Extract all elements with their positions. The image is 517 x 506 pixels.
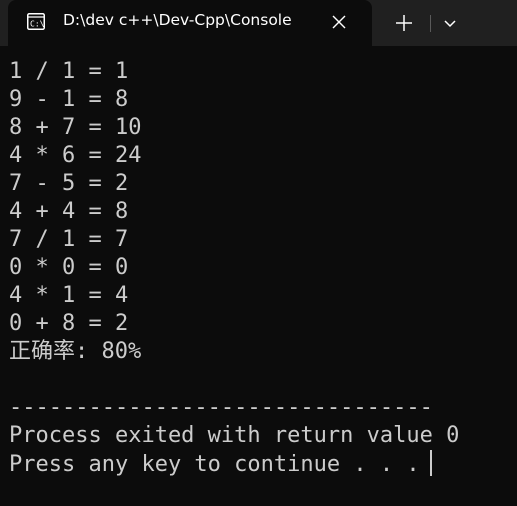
separator-line: -------------------------------- [9,395,433,420]
console-output[interactable]: 1 / 1 = 1 9 - 1 = 8 8 + 7 = 10 4 * 6 = 2… [9,58,509,478]
console-line: 4 * 6 = 24 [9,143,142,168]
continue-prompt-line: Press any key to continue . . . [9,450,509,478]
console-line: 0 + 8 = 2 [9,311,129,336]
console-line: 9 - 1 = 8 [9,87,129,112]
svg-text:C:\: C:\ [30,20,45,29]
console-line: 0 * 0 = 0 [9,255,129,280]
console-line: 7 / 1 = 7 [9,227,129,252]
toolbar-divider [430,15,431,32]
console-line: 4 * 1 = 4 [9,283,129,308]
process-exit-line: Process exited with return value 0 [9,423,460,448]
tab-bar: C:\ D:\dev c++\Dev-Cpp\Console [0,0,517,46]
console-line: 8 + 7 = 10 [9,115,142,140]
tab-title: D:\dev c++\Dev-Cpp\Console [63,11,292,29]
plus-icon[interactable] [393,12,415,34]
accuracy-line: 正确率: 80% [9,339,142,364]
console-line: 4 + 4 = 8 [9,199,129,224]
console-line: 1 / 1 = 1 [9,59,129,84]
console-line: 7 - 5 = 2 [9,171,129,196]
console-tab[interactable]: C:\ D:\dev c++\Dev-Cpp\Console [8,0,372,46]
chevron-down-icon[interactable] [440,13,460,33]
terminal-window: C:\ D:\dev c++\Dev-Cpp\Console 1 / 1 = 1… [0,0,517,506]
terminal-icon: C:\ [27,13,45,30]
text-cursor [429,450,432,476]
close-icon[interactable] [330,13,348,31]
continue-prompt-text: Press any key to continue . . . [9,452,420,477]
